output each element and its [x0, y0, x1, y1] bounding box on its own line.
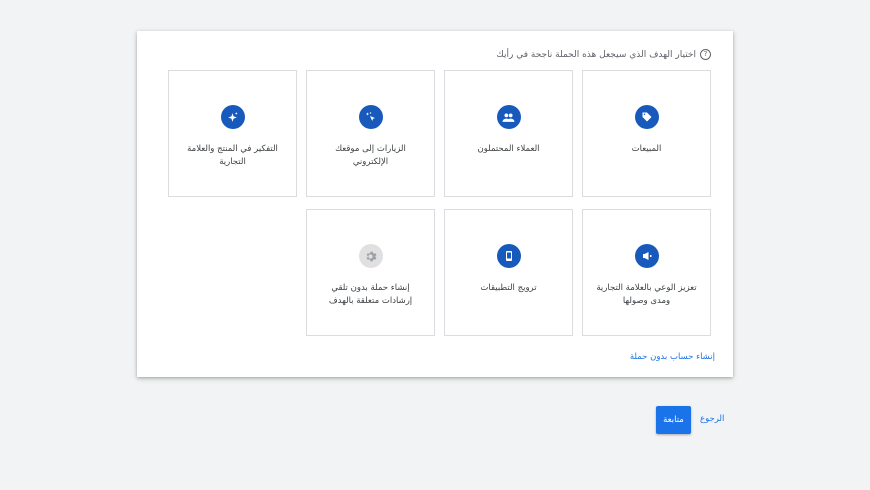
goal-tile-label: التفكير في المنتج والعلامة التجارية [187, 144, 278, 167]
goal-tile-sales[interactable]: المبيعات [582, 70, 711, 197]
sparkle-icon [220, 105, 245, 129]
back-link[interactable]: الرجوع [700, 414, 724, 424]
create-account-without-campaign-link[interactable]: إنشاء حساب بدون حملة [630, 352, 715, 362]
help-icon[interactable]: ? [700, 49, 711, 60]
sparkle-cursor-icon [358, 105, 383, 129]
goal-tile-leads[interactable]: العملاء المحتملون [444, 70, 573, 197]
goal-tile-app-promotion[interactable]: ترويج التطبيقات [444, 209, 573, 336]
tag-icon [634, 105, 659, 129]
goal-title: اختيار الهدف الذي سيجعل هذه الحملة ناجحة… [496, 49, 696, 60]
megaphone-icon [634, 244, 659, 268]
gear-icon [358, 244, 383, 268]
goal-tile-website-traffic[interactable]: الزيارات إلى موقعك الإلكتروني [306, 70, 435, 197]
goal-tile-brand-awareness[interactable]: تعزيز الوعي بالعلامة التجارية ومدى وصوله… [582, 209, 711, 336]
goal-tile-brand-consideration[interactable]: التفكير في المنتج والعلامة التجارية [168, 70, 297, 197]
continue-button[interactable]: متابعة [656, 406, 691, 434]
goal-selection-card: ? اختيار الهدف الذي سيجعل هذه الحملة ناج… [137, 31, 733, 377]
people-icon [496, 105, 521, 129]
goal-tile-label: المبيعات [631, 144, 662, 154]
goal-header: ? اختيار الهدف الذي سيجعل هذه الحملة ناج… [496, 49, 711, 60]
goal-tile-label: ترويج التطبيقات [480, 283, 537, 293]
goal-tile-label: تعزيز الوعي بالعلامة التجارية ومدى وصوله… [596, 283, 697, 306]
goal-tile-label: العملاء المحتملون [477, 144, 540, 154]
phone-icon [496, 244, 521, 268]
goal-grid: المبيعات العملاء المحتملون الزيارات إلى … [168, 70, 711, 336]
goal-tile-no-guidance[interactable]: إنشاء حملة بدون تلقي إرشادات متعلقة باله… [306, 209, 435, 336]
goal-tile-label: الزيارات إلى موقعك الإلكتروني [335, 144, 406, 167]
goal-tile-label: إنشاء حملة بدون تلقي إرشادات متعلقة باله… [328, 283, 413, 306]
